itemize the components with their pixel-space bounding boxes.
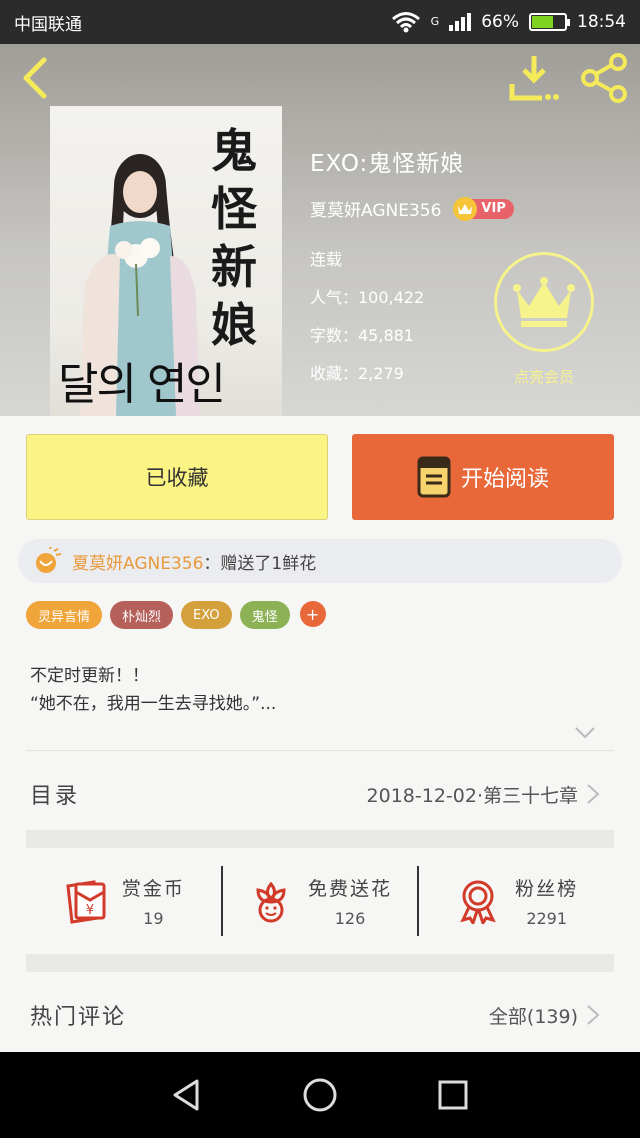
popularity-count: 人气：100,422 [310, 288, 425, 307]
gift-text: ：赠送了1鲜花 [203, 553, 317, 574]
toc-label: 目录 [30, 784, 81, 809]
red-envelope-icon: ¥ [66, 880, 106, 924]
member-button[interactable] [494, 252, 594, 352]
stats-row: ¥ 赏金币 19 免费送花 126 粉丝榜 2291 [26, 848, 614, 954]
crown-icon [453, 196, 478, 221]
book-description: 不定时更新！！ “她不在，我用一生去寻找她。”... [30, 662, 276, 718]
gift-bell-icon [36, 547, 62, 573]
tag-list: 灵异言情 朴灿烈 EXO 鬼怪 + [26, 601, 326, 629]
tag-item[interactable]: 鬼怪 [239, 601, 290, 629]
cover-title-text: 鬼 怪 新 娘 [211, 124, 257, 352]
start-reading-label: 开始阅读 [460, 467, 549, 492]
system-nav-bar [0, 1052, 640, 1138]
expand-chevron-icon[interactable] [574, 726, 596, 740]
stat-value: 19 [143, 909, 164, 928]
author-row: 夏莫妍AGNE356 VIP [310, 196, 514, 221]
home-circle-icon[interactable] [300, 1075, 340, 1115]
recents-square-icon[interactable] [433, 1075, 473, 1115]
vip-badge: VIP [453, 196, 514, 221]
author-name[interactable]: 夏莫妍AGNE356 [310, 196, 441, 221]
description-line: 不定时更新！！ [30, 666, 149, 686]
cover-korean-title: 달의 연인 [58, 359, 226, 410]
hot-comments-header[interactable]: 热门评论 全部(139) [30, 992, 600, 1038]
description-line: “她不在，我用一生去寻找她。”... [30, 694, 277, 714]
stat-label: 免费送花 [308, 878, 393, 900]
divider [26, 750, 614, 751]
svg-text:¥: ¥ [86, 903, 94, 918]
book-title: EXO:鬼怪新娘 [310, 151, 465, 177]
status-bar: 中国联通 G 66% 18:54 [0, 0, 640, 44]
battery-fill [532, 16, 554, 28]
download-icon[interactable] [508, 54, 560, 102]
signal-icon [449, 13, 472, 31]
stat-label: 赏金币 [121, 878, 185, 900]
network-type-label: G [430, 15, 440, 28]
tag-item[interactable]: 朴灿烈 [110, 601, 174, 629]
serial-status: 连载 [310, 250, 343, 269]
stat-free-flowers[interactable]: 免费送花 126 [220, 866, 418, 936]
back-triangle-icon[interactable] [167, 1075, 207, 1115]
carrier-label: 中国联通 [14, 14, 82, 35]
stat-fan-ranking[interactable]: 粉丝榜 2291 [417, 866, 614, 936]
tag-item[interactable]: EXO [181, 601, 232, 629]
collected-button[interactable]: 已收藏 [26, 434, 328, 520]
member-label[interactable]: 点亮会员 [494, 366, 594, 387]
book-cover[interactable]: 鬼 怪 新 娘 달의 연인 [50, 106, 282, 416]
clock: 18:54 [577, 12, 626, 32]
share-icon[interactable] [578, 52, 630, 104]
word-count: 字数：45,881 [310, 326, 414, 345]
battery-percent: 66% [481, 12, 519, 32]
book-header: 鬼 怪 新 娘 달의 연인 EXO:鬼怪新娘 夏莫妍AGNE356 VIP 连载… [0, 44, 640, 416]
stat-label: 粉丝榜 [515, 878, 579, 900]
flower-icon [256, 881, 286, 923]
stat-value: 2291 [526, 909, 568, 928]
start-reading-button[interactable]: 开始阅读 [352, 434, 614, 520]
toc-row[interactable]: 目录 2018-12-02·第三十七章 [30, 770, 600, 818]
section-gap [26, 830, 614, 848]
stat-reward-coins[interactable]: ¥ 赏金币 19 [26, 848, 221, 954]
book-icon [417, 456, 451, 498]
chevron-right-icon [587, 1005, 600, 1025]
battery-icon [529, 13, 570, 31]
all-comments-link[interactable]: 全部(139) [489, 1002, 578, 1029]
tag-item[interactable]: 灵异言情 [26, 601, 103, 629]
chevron-right-icon [587, 784, 600, 804]
gift-notice[interactable]: 夏莫妍AGNE356：赠送了1鲜花 [18, 539, 622, 583]
back-arrow-icon[interactable] [16, 56, 56, 100]
crown-icon [513, 277, 575, 327]
add-tag-button[interactable]: + [299, 601, 326, 627]
stat-value: 126 [334, 909, 366, 928]
section-gap [26, 954, 614, 972]
comments-title: 热门评论 [30, 1005, 127, 1030]
wifi-icon [391, 12, 420, 33]
gift-user[interactable]: 夏莫妍AGNE356 [72, 554, 203, 574]
latest-chapter: 2018-12-02·第三十七章 [366, 784, 578, 807]
medal-icon [460, 880, 496, 924]
favorites-count: 收藏：2,279 [310, 364, 404, 383]
